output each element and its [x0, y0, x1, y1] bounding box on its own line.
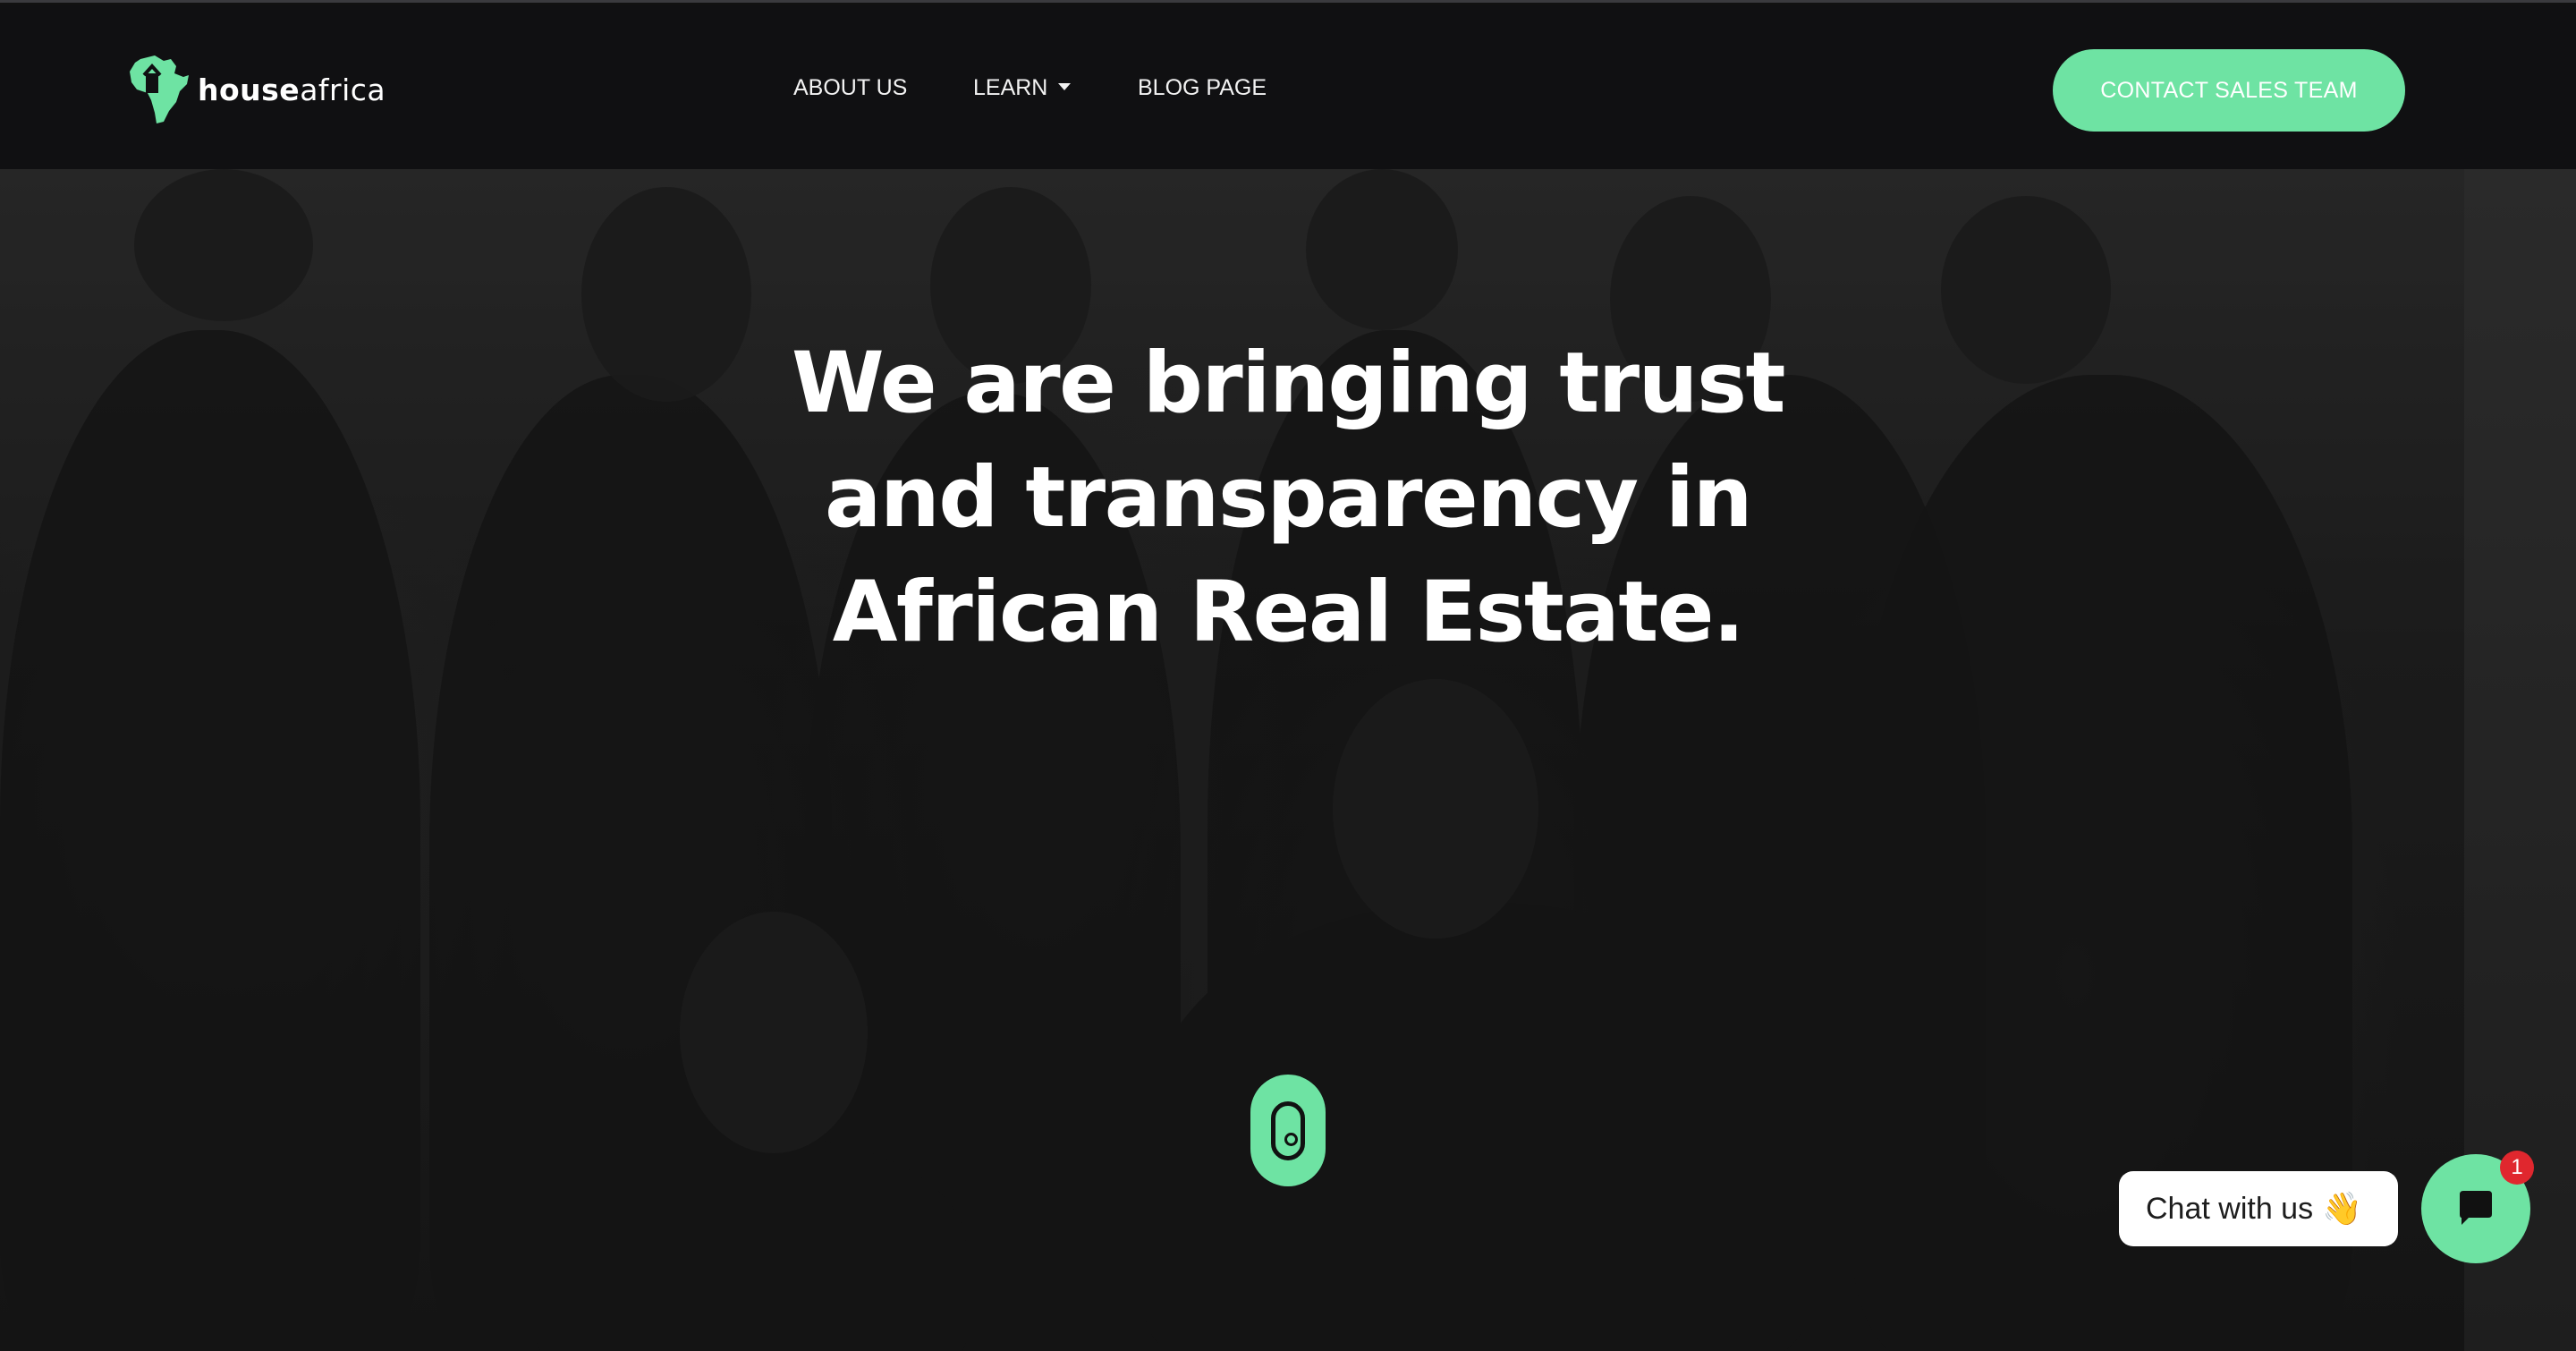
chevron-down-icon — [1058, 83, 1072, 91]
navbar: houseafrica ABOUT US LEARN BLOG PAGE CON… — [0, 5, 2576, 169]
scroll-down-button[interactable] — [1250, 1075, 1326, 1186]
nav-learn-dropdown[interactable]: LEARN — [973, 75, 1072, 101]
page: houseafrica ABOUT US LEARN BLOG PAGE CON… — [0, 0, 2576, 1351]
headline-line-3: African Real Estate. — [832, 564, 1745, 661]
nav-learn-label: LEARN — [973, 75, 1048, 100]
headline-line-2: and transparency in — [824, 449, 1753, 547]
logo-text: houseafrica — [198, 72, 386, 107]
chat-prompt-bubble[interactable]: Chat with us 👋 — [2119, 1171, 2398, 1246]
hero-headline: We are bringing trust and transparency i… — [751, 327, 1825, 670]
nav-about-us[interactable]: ABOUT US — [793, 75, 907, 101]
mouse-scroll-icon — [1271, 1100, 1305, 1160]
logo[interactable]: houseafrica — [128, 54, 386, 125]
contact-sales-button[interactable]: CONTACT SALES TEAM — [2053, 49, 2405, 132]
chat-prompt-label: Chat with us — [2146, 1191, 2314, 1226]
headline-line-1: We are bringing trust — [792, 335, 1785, 432]
waving-hand-icon: 👋 — [2322, 1190, 2362, 1227]
chat-icon — [2460, 1191, 2492, 1225]
unread-badge: 1 — [2500, 1151, 2534, 1185]
nav-blog-page[interactable]: BLOG PAGE — [1138, 75, 1267, 101]
africa-logo-icon — [130, 55, 189, 123]
